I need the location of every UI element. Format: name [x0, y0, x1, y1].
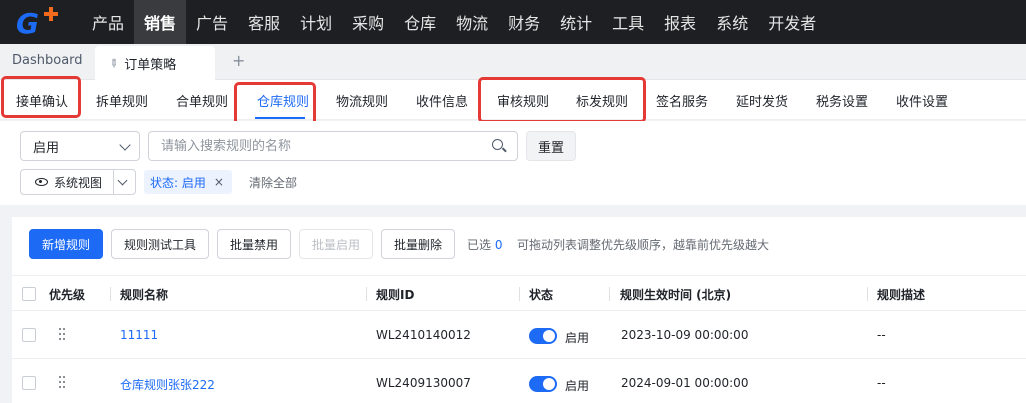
tab-label: 订单策略 — [124, 57, 177, 73]
drag-handle-icon[interactable] — [59, 376, 65, 388]
rule-name-link[interactable]: 仓库规则张张222 — [120, 376, 215, 393]
nav-item-product[interactable]: 产品 — [82, 0, 134, 44]
subtab-tax-settings[interactable]: 税务设置 — [816, 91, 868, 110]
status-text: 启用 — [565, 379, 590, 393]
rule-test-tool-button[interactable]: 规则测试工具 — [111, 229, 209, 259]
col-status: 状态 — [529, 288, 554, 302]
nav-item-reports[interactable]: 报表 — [654, 0, 706, 44]
chip-label: 状态: 启用 — [150, 175, 206, 190]
eye-icon — [35, 178, 48, 186]
top-nav-menu: 产品 销售 广告 客服 计划 采购 仓库 物流 财务 统计 工具 报表 系统 开发者 — [82, 0, 826, 44]
status-filter-chip: 状态: 启用 × — [144, 170, 232, 194]
nav-item-stats[interactable]: 统计 — [550, 0, 602, 44]
rule-id: WL2409130007 — [376, 376, 471, 390]
effective-time: 2024-09-01 00:00:00 — [621, 376, 749, 390]
column-divider — [519, 287, 520, 301]
drag-handle-icon[interactable] — [59, 328, 65, 340]
nav-item-ads[interactable]: 广告 — [186, 0, 238, 44]
add-tab-button[interactable]: + — [232, 51, 245, 70]
nav-item-sales[interactable]: 销售 — [134, 0, 187, 44]
status-toggle[interactable] — [529, 376, 557, 392]
status-text: 启用 — [565, 331, 590, 345]
nav-item-purchase[interactable]: 采购 — [342, 0, 394, 44]
table-row[interactable]: 11111 WL2410140012 启用 2023-10-09 00:00:0… — [12, 311, 1026, 359]
annotation-box-order-confirm — [1, 76, 81, 118]
col-effective-time: 规则生效时间 (北京) — [620, 288, 732, 302]
subtab-split-rule[interactable]: 拆单规则 — [96, 91, 148, 110]
select-all-checkbox[interactable] — [22, 287, 36, 301]
column-divider — [609, 287, 610, 301]
subtab-delay-shipping[interactable]: 延时发货 — [736, 91, 788, 110]
system-view-button[interactable]: 系统视图 — [20, 169, 136, 195]
page-tab-bar: Dashboard ✎ 订单策略 + — [0, 44, 1026, 80]
subtab-receiver-settings[interactable]: 收件设置 — [896, 91, 948, 110]
search-input[interactable] — [148, 131, 518, 161]
reset-button[interactable]: 重置 — [526, 131, 576, 161]
batch-enable-button[interactable]: 批量启用 — [299, 229, 373, 259]
filter-bar: 启用 重置 系统视图 状态: 启用 × 清除全部 — [0, 121, 1026, 205]
batch-disable-button[interactable]: 批量禁用 — [217, 229, 291, 259]
view-label: 系统视图 — [54, 175, 103, 190]
effective-time: 2023-10-09 00:00:00 — [621, 328, 749, 342]
top-nav: G 产品 销售 广告 客服 计划 采购 仓库 物流 财务 统计 工具 报表 系统 开发者 — [0, 0, 1026, 44]
col-rule-id: 规则ID — [376, 288, 415, 302]
rule-id: WL2410140012 — [376, 328, 471, 342]
selected-prefix: 已选 — [467, 238, 492, 252]
annotation-box-audit-label-rules — [478, 77, 646, 123]
row-checkbox[interactable] — [22, 328, 36, 342]
col-description: 规则描述 — [877, 288, 926, 302]
nav-item-warehouse[interactable]: 仓库 — [394, 0, 446, 44]
nav-item-developer[interactable]: 开发者 — [758, 0, 826, 44]
status-toggle[interactable] — [529, 328, 557, 344]
chevron-down-icon[interactable] — [117, 175, 128, 186]
selected-count: 0 — [494, 238, 503, 252]
col-rule-name: 规则名称 — [120, 288, 169, 302]
column-divider — [867, 287, 868, 301]
nav-item-service[interactable]: 客服 — [238, 0, 290, 44]
tab-dashboard[interactable]: Dashboard — [12, 53, 83, 68]
pin-icon: ✎ — [105, 55, 122, 71]
rule-description: -- — [877, 328, 886, 342]
subtab-signature-service[interactable]: 签名服务 — [656, 91, 708, 110]
nav-item-plan[interactable]: 计划 — [290, 0, 342, 44]
col-priority: 优先级 — [49, 288, 86, 302]
subtab-merge-rule[interactable]: 合单规则 — [176, 91, 228, 110]
row-checkbox[interactable] — [22, 376, 36, 390]
logo-plus-icon — [44, 7, 58, 21]
priority-hint: 可拖动列表调整优先级顺序，越靠前优先级越大 — [517, 238, 770, 252]
nav-item-tools[interactable]: 工具 — [602, 0, 654, 44]
rules-panel: 新增规则 规则测试工具 批量禁用 批量启用 批量删除 已选 0 可拖动列表调整优… — [12, 217, 1026, 403]
logo-letter: G — [16, 7, 39, 40]
batch-delete-button[interactable]: 批量删除 — [381, 229, 455, 259]
search-icon[interactable] — [492, 139, 503, 150]
table-header: 优先级 规则名称 规则ID 状态 规则生效时间 (北京) 规则描述 — [12, 275, 1026, 311]
subtab-logistics-rule[interactable]: 物流规则 — [336, 91, 388, 110]
status-select-value: 启用 — [33, 140, 60, 156]
new-rule-button[interactable]: 新增规则 — [29, 229, 103, 259]
selected-count-text: 已选 0 — [467, 236, 502, 253]
status-select[interactable]: 启用 — [20, 131, 140, 161]
nav-item-system[interactable]: 系统 — [706, 0, 758, 44]
rule-name-link[interactable]: 11111 — [120, 328, 158, 342]
clear-all-link[interactable]: 清除全部 — [249, 174, 297, 191]
column-divider — [110, 287, 111, 301]
nav-item-finance[interactable]: 财务 — [498, 0, 550, 44]
close-icon[interactable]: × — [214, 175, 224, 189]
subtab-receiver-info[interactable]: 收件信息 — [416, 91, 468, 110]
column-divider — [366, 287, 367, 301]
brand-logo[interactable]: G — [0, 0, 75, 44]
table-row[interactable]: 仓库规则张张222 WL2409130007 启用 2024-09-01 00:… — [12, 359, 1026, 403]
tab-order-strategy[interactable]: ✎ 订单策略 — [95, 46, 215, 80]
chevron-down-icon — [119, 139, 131, 151]
rule-description: -- — [877, 376, 886, 390]
view-divider — [113, 170, 114, 194]
nav-item-logistics[interactable]: 物流 — [446, 0, 498, 44]
